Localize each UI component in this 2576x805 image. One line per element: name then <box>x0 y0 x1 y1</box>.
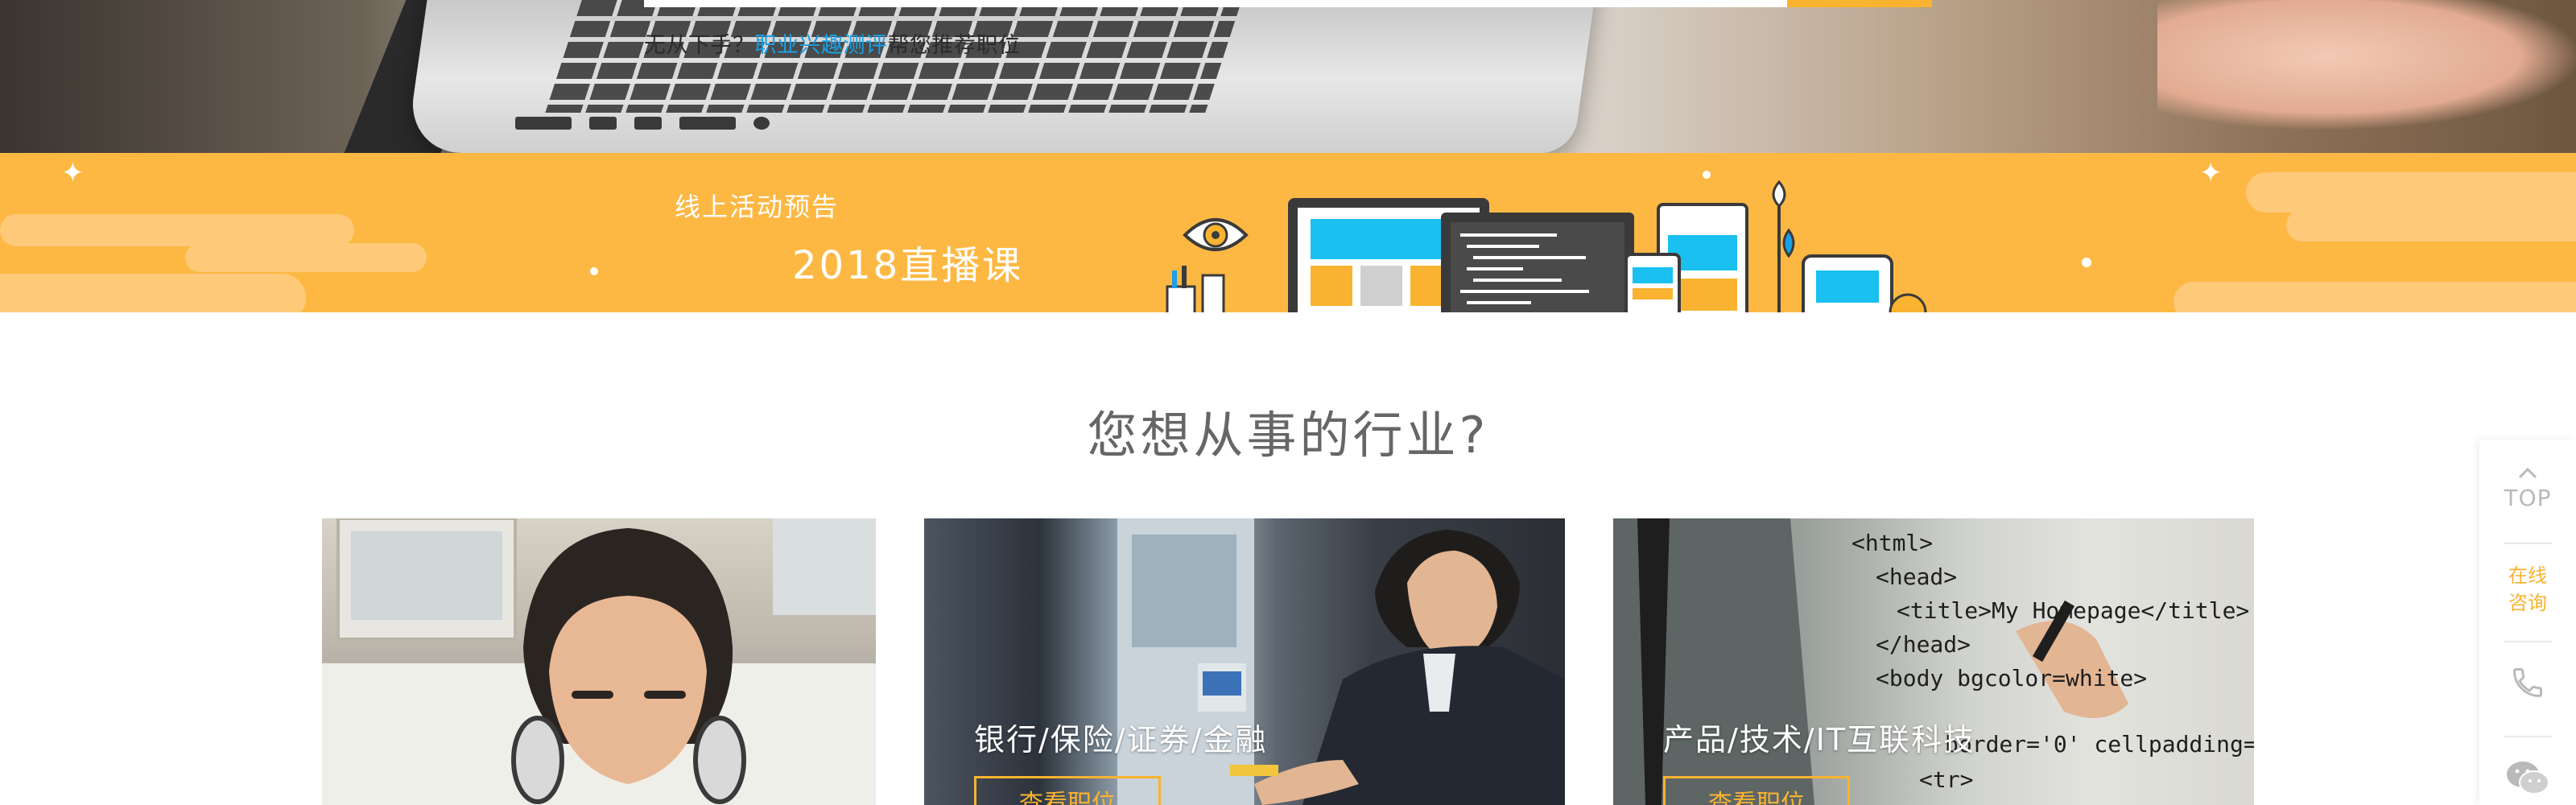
view-jobs-button[interactable]: 查看职位 <box>1663 776 1850 805</box>
code-line: <head> <box>1876 564 1958 590</box>
cloud-shape <box>0 214 354 246</box>
industry-card-caption: 银行/保险/证券/金融 <box>974 722 1268 758</box>
side-float-bar: TOP 在线 咨询 <box>2479 440 2576 805</box>
sparkle-icon: ✦ <box>61 157 85 189</box>
plant-icon <box>1772 180 1795 312</box>
code-line: <title>My Homepage</title> <box>1897 597 2250 624</box>
hero-banner: 无从下手？职业兴趣测评帮您推荐职位 <box>0 0 2576 153</box>
search-button[interactable] <box>1787 0 1932 7</box>
code-text: <html> <head> <title>My Homepage</title>… <box>1613 518 2254 805</box>
call-center-photo <box>322 518 876 805</box>
sparkle-icon: ✦ <box>2199 157 2223 189</box>
search-input[interactable] <box>644 0 1787 7</box>
industry-card-it[interactable]: <html> <head> <title>My Homepage</title>… <box>1613 518 2254 805</box>
smartphone-icon <box>1802 254 1927 312</box>
atm-photo <box>1117 518 1565 805</box>
phone-device-icon <box>1624 253 1681 312</box>
pen-cup-icon <box>1166 266 1225 312</box>
code-editor-icon <box>1441 213 1634 312</box>
industry-card-finance[interactable]: 银行/保险/证券/金融 查看职位 <box>924 518 1565 805</box>
banner-title: 2018直播课 <box>792 243 1024 288</box>
back-to-top-label: TOP <box>2504 485 2552 511</box>
online-consult-label: 在线 咨询 <box>2508 564 2547 614</box>
career-assessment-link[interactable]: 职业兴趣测评 <box>755 33 888 58</box>
online-consult-button[interactable]: 在线 咨询 <box>2479 562 2576 617</box>
hint-suffix: 帮您推荐职位 <box>887 33 1021 58</box>
view-jobs-button[interactable]: 查看职位 <box>974 776 1161 805</box>
hand-image <box>2157 0 2576 129</box>
cloud-shape <box>185 243 427 272</box>
phone-button[interactable] <box>2479 665 2576 704</box>
divider <box>2504 736 2552 737</box>
wechat-icon <box>2507 762 2549 795</box>
code-line: border='0' cellpadding=' <box>1945 731 2254 758</box>
cloud-shape <box>2246 172 2576 213</box>
industry-card-customer-service[interactable] <box>322 518 876 805</box>
chevron-up-icon <box>2518 467 2537 479</box>
code-line: <html> <box>1852 530 1934 556</box>
industry-section-title: 您想从事的行业? <box>1087 406 1489 464</box>
cloud-shape <box>2174 282 2576 312</box>
code-line: </head> <box>1876 631 1971 658</box>
code-line: <body bgcolor=white> <box>1876 665 2148 691</box>
assessment-hint: 无从下手？职业兴趣测评帮您推荐职位 <box>644 27 1021 59</box>
laptop-ports <box>515 117 837 134</box>
code-line: <tr> <box>1919 766 1974 793</box>
industry-card-caption: 产品/技术/IT互联科技 <box>1663 722 1976 758</box>
divider <box>2504 641 2552 642</box>
phone-icon <box>2513 668 2542 697</box>
banner-subtitle: 线上活动预告 <box>675 192 840 222</box>
dot-decoration <box>590 267 598 275</box>
eye-icon <box>1183 218 1249 251</box>
live-course-banner[interactable]: ✦ ✦ 线上活动预告 2018直播课 <box>0 153 2576 312</box>
hint-prefix: 无从下手？ <box>644 33 755 58</box>
dot-decoration <box>2082 258 2091 267</box>
cloud-shape <box>0 274 306 312</box>
back-to-top-button[interactable]: TOP <box>2479 467 2576 511</box>
divider <box>2504 543 2552 544</box>
wechat-button[interactable] <box>2479 758 2576 800</box>
devices-illustration <box>1166 180 1927 312</box>
cloud-shape <box>2286 209 2576 242</box>
